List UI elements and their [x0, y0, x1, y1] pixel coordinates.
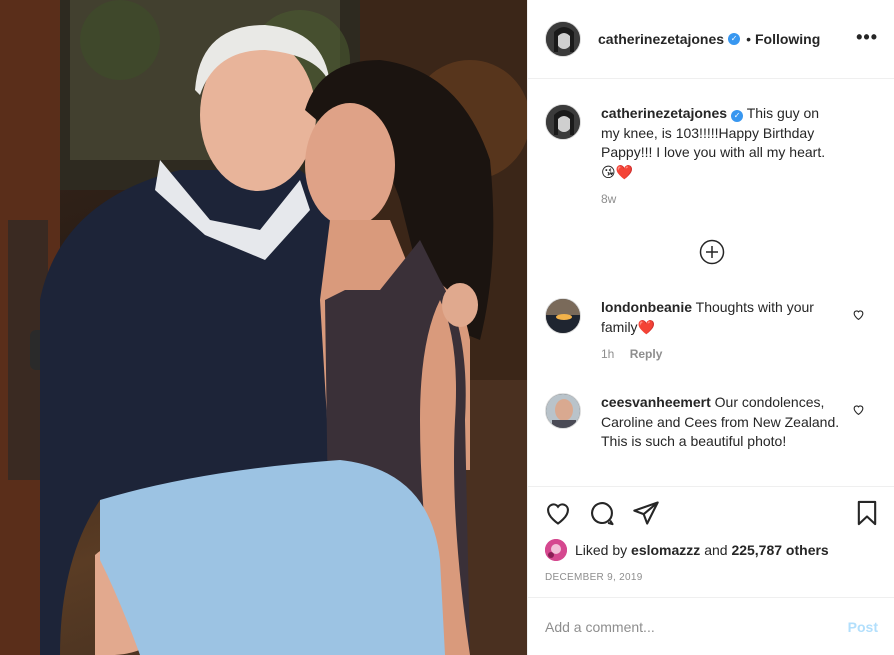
- comment-text-block: londonbeanie Thoughts with your family❤️…: [601, 298, 841, 365]
- likes-conjunction: and: [704, 542, 728, 558]
- more-options-icon[interactable]: •••: [856, 28, 878, 46]
- comment-meta: 1h Reply: [601, 345, 841, 365]
- comment-item: londonbeanie Thoughts with your family❤️…: [545, 298, 841, 365]
- post-date[interactable]: DECEMBER 9, 2019: [545, 572, 643, 583]
- likes-count[interactable]: 225,787 others: [731, 542, 828, 558]
- like-comment-heart-icon[interactable]: [852, 403, 865, 416]
- caption-emoji: 😘❤️: [601, 163, 634, 180]
- avatar-image: [546, 394, 580, 428]
- caption-text-block: catherinezetajones ✓ This guy on my knee,…: [601, 104, 841, 210]
- verified-badge-icon: ✓: [731, 110, 744, 122]
- likes-prefix: Liked by: [575, 542, 628, 558]
- author-username[interactable]: catherinezetajones: [598, 31, 724, 47]
- reply-button[interactable]: Reply: [630, 347, 663, 361]
- header-separator: •: [746, 31, 751, 47]
- liker-avatar[interactable]: [545, 539, 567, 561]
- post-photo[interactable]: [0, 0, 527, 655]
- commenter-avatar[interactable]: [545, 393, 581, 429]
- commenter-avatar[interactable]: [545, 298, 581, 334]
- add-comment-bar: Post: [528, 597, 894, 655]
- post-comment-button[interactable]: Post: [848, 619, 878, 635]
- post-actions: Liked by eslomazzz and 225,787 others DE…: [528, 486, 894, 654]
- like-heart-icon[interactable]: [544, 499, 572, 527]
- instagram-post: catherinezetajones ✓ • Following ••• cat…: [0, 0, 894, 655]
- save-bookmark-icon[interactable]: [853, 499, 881, 527]
- caption-username[interactable]: catherinezetajones: [601, 105, 727, 121]
- caption-avatar[interactable]: [545, 104, 581, 140]
- liker-username[interactable]: eslomazzz: [631, 542, 700, 558]
- caption-age: 8w: [601, 192, 617, 206]
- avatar-image: [546, 22, 580, 56]
- comment-text-block: ceesvanheemert Our condolences, Caroline…: [601, 393, 841, 452]
- author-avatar[interactable]: [545, 21, 581, 57]
- like-comment-heart-icon[interactable]: [852, 308, 865, 321]
- comment-age: 1h: [601, 347, 615, 361]
- comment-item: ceesvanheemert Our condolences, Caroline…: [545, 393, 841, 452]
- avatar-image: [546, 299, 580, 333]
- comment-username[interactable]: londonbeanie: [601, 299, 692, 315]
- post-side-panel: catherinezetajones ✓ • Following ••• cat…: [527, 0, 894, 655]
- load-more-comments-icon[interactable]: [699, 239, 725, 265]
- add-comment-input[interactable]: [545, 618, 848, 635]
- share-paper-plane-icon[interactable]: [632, 499, 660, 527]
- verified-badge-icon: ✓: [728, 33, 741, 45]
- likes-summary: Liked by eslomazzz and 225,787 others: [545, 539, 829, 561]
- following-button[interactable]: Following: [755, 31, 820, 47]
- caption-entry: catherinezetajones ✓ This guy on my knee,…: [545, 104, 841, 210]
- avatar-image: [546, 105, 580, 139]
- comment-emoji: ❤️: [637, 318, 655, 335]
- comment-username[interactable]: ceesvanheemert: [601, 394, 711, 410]
- photo-illustration: [0, 0, 527, 655]
- comments-section: catherinezetajones ✓ This guy on my knee,…: [528, 80, 894, 486]
- avatar-image: [545, 539, 567, 561]
- post-header: catherinezetajones ✓ • Following •••: [528, 0, 894, 79]
- comment-bubble-icon[interactable]: [588, 499, 616, 527]
